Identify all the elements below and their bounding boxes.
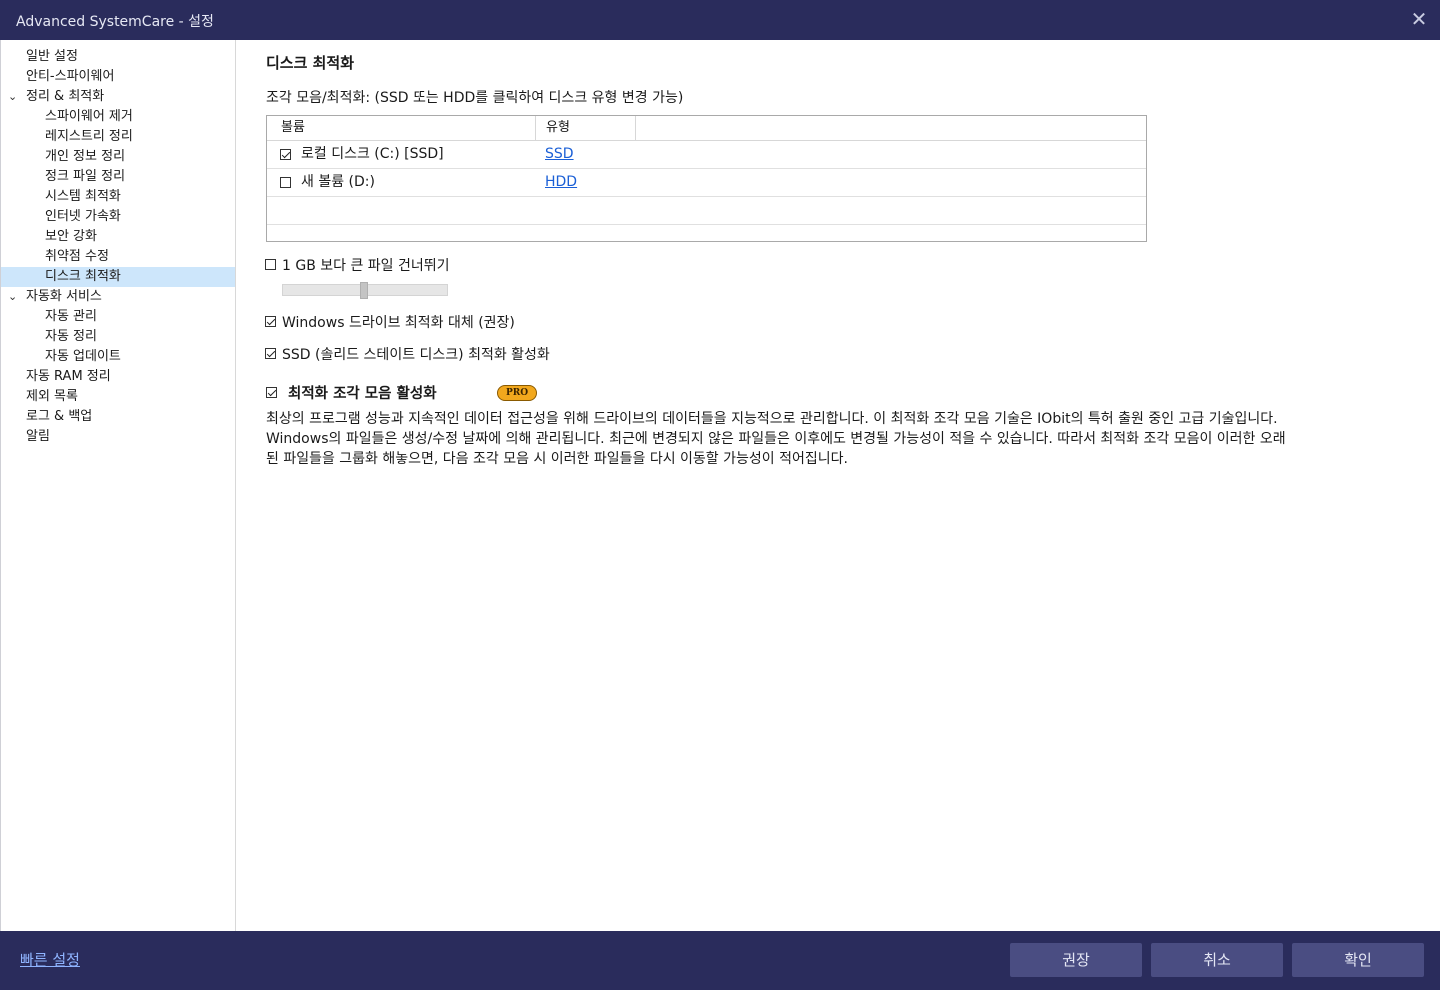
sidebar-item-label: 자동 관리 — [45, 309, 97, 324]
sidebar-item-notifications[interactable]: 알림 — [1, 427, 235, 447]
replace-windows-defrag-label[interactable]: Windows 드라이브 최적화 대체 (권장) — [282, 312, 515, 332]
pro-badge: PRO — [497, 385, 537, 401]
settings-sidebar: 일반 설정 안티-스파이웨어 ⌄ 정리 & 최적화 스파이웨어 제거 레지스트리 … — [0, 40, 236, 931]
sidebar-item-label: 일반 설정 — [26, 49, 78, 64]
main-panel: 디스크 최적화 조각 모음/최적화: (SSD 또는 HDD를 클릭하여 디스크… — [235, 40, 1440, 931]
sidebar-item-general[interactable]: 일반 설정 — [1, 47, 235, 67]
sidebar-item-privacy-clean[interactable]: 개인 정보 정리 — [1, 147, 235, 167]
sidebar-item-junk-clean[interactable]: 정크 파일 정리 — [1, 167, 235, 187]
sidebar-item-auto-clean[interactable]: 자동 정리 — [1, 327, 235, 347]
skip-large-files-checkbox[interactable] — [265, 259, 276, 270]
sidebar-item-label: 자동화 서비스 — [26, 289, 102, 304]
footer-bar: 빠른 설정 권장 취소 확인 — [0, 931, 1440, 990]
sidebar-item-auto-care[interactable]: 자동 관리 — [1, 307, 235, 327]
sidebar-item-auto-ram[interactable]: 자동 RAM 정리 — [1, 367, 235, 387]
page-title: 디스크 최적화 — [266, 54, 355, 72]
volume-name: 새 볼륨 (D:) — [301, 174, 375, 190]
volume-checkbox[interactable] — [280, 149, 291, 160]
skip-large-files-label[interactable]: 1 GB 보다 큰 파일 건너뛰기 — [282, 255, 450, 275]
sidebar-item-automation[interactable]: ⌄ 자동화 서비스 — [1, 287, 235, 307]
sidebar-item-auto-update[interactable]: 자동 업데이트 — [1, 347, 235, 367]
table-row-empty — [267, 197, 1146, 225]
sidebar-item-label: 정크 파일 정리 — [45, 169, 126, 184]
cancel-button[interactable]: 취소 — [1151, 943, 1283, 977]
chevron-down-icon[interactable]: ⌄ — [8, 87, 17, 107]
volume-name: 로컬 디스크 (C:) [SSD] — [301, 146, 444, 162]
column-header-volume[interactable]: 볼륨 — [267, 116, 536, 140]
table-header: 볼륨 유형 — [267, 116, 1146, 141]
sidebar-item-label: 인터넷 가속화 — [45, 209, 121, 224]
close-icon[interactable]: ✕ — [1408, 8, 1430, 30]
sidebar-item-log-backup[interactable]: 로그 & 백업 — [1, 407, 235, 427]
sidebar-item-disk-optimize[interactable]: 디스크 최적화 — [1, 267, 235, 287]
sidebar-item-exclusions[interactable]: 제외 목록 — [1, 387, 235, 407]
ssd-optimize-label[interactable]: SSD (솔리드 스테이트 디스크) 최적화 활성화 — [282, 344, 550, 364]
file-size-slider-handle[interactable] — [360, 282, 368, 299]
defrag-enable-label[interactable]: 최적화 조각 모음 활성화 — [288, 382, 437, 403]
defrag-enable-checkbox[interactable] — [266, 387, 277, 398]
sidebar-item-anti-spyware[interactable]: 안티-스파이웨어 — [1, 67, 235, 87]
ok-button[interactable]: 확인 — [1292, 943, 1424, 977]
defrag-description: 최상의 프로그램 성능과 지속적인 데이터 접근성을 위해 드라이브의 데이터들… — [266, 409, 1416, 469]
sidebar-item-label: 자동 정리 — [45, 329, 97, 344]
description-line: 된 파일들을 그룹화 해놓으면, 다음 조각 모음 시 이러한 파일들을 다시 … — [266, 451, 848, 467]
defrag-subtitle: 조각 모음/최적화: (SSD 또는 HDD를 클릭하여 디스크 유형 변경 가… — [266, 90, 684, 106]
volume-type-link[interactable]: HDD — [545, 169, 577, 196]
volume-table: 볼륨 유형 로컬 디스크 (C:) [SSD] SSD 새 볼륨 (D:) HD… — [266, 115, 1147, 242]
sidebar-item-label: 스파이웨어 제거 — [45, 109, 133, 124]
sidebar-item-label: 안티-스파이웨어 — [26, 69, 115, 84]
sidebar-item-system-optimize[interactable]: 시스템 최적화 — [1, 187, 235, 207]
quick-settings-link[interactable]: 빠른 설정 — [20, 949, 80, 970]
sidebar-item-label: 레지스트리 정리 — [45, 129, 133, 144]
sidebar-item-label: 정리 & 최적화 — [26, 89, 105, 104]
description-line: Windows의 파일들은 생성/수정 날짜에 의해 관리됩니다. 최근에 변경… — [266, 431, 1286, 447]
title-bar: Advanced SystemCare - 설정 ✕ — [0, 0, 1440, 40]
sidebar-item-label: 자동 RAM 정리 — [26, 369, 111, 384]
sidebar-item-label: 로그 & 백업 — [26, 409, 93, 424]
table-row[interactable]: 로컬 디스크 (C:) [SSD] SSD — [267, 141, 1146, 169]
chevron-down-icon[interactable]: ⌄ — [8, 287, 17, 307]
sidebar-item-vulnerability-fix[interactable]: 취약점 수정 — [1, 247, 235, 267]
sidebar-item-internet-boost[interactable]: 인터넷 가속화 — [1, 207, 235, 227]
sidebar-item-label: 보안 강화 — [45, 229, 97, 244]
replace-windows-defrag-checkbox[interactable] — [265, 316, 276, 327]
sidebar-item-security[interactable]: 보안 강화 — [1, 227, 235, 247]
sidebar-item-label: 디스크 최적화 — [45, 269, 121, 284]
sidebar-item-label: 개인 정보 정리 — [45, 149, 126, 164]
ssd-optimize-checkbox[interactable] — [265, 348, 276, 359]
volume-checkbox[interactable] — [280, 177, 291, 188]
sidebar-item-label: 제외 목록 — [26, 389, 78, 404]
description-line: 최상의 프로그램 성능과 지속적인 데이터 접근성을 위해 드라이브의 데이터들… — [266, 411, 1278, 427]
window-title: Advanced SystemCare - 설정 — [16, 14, 214, 30]
sidebar-item-label: 알림 — [26, 429, 50, 444]
sidebar-item-label: 시스템 최적화 — [45, 189, 121, 204]
sidebar-item-registry-clean[interactable]: 레지스트리 정리 — [1, 127, 235, 147]
table-row[interactable]: 새 볼륨 (D:) HDD — [267, 169, 1146, 197]
sidebar-item-label: 취약점 수정 — [45, 249, 109, 264]
sidebar-item-label: 자동 업데이트 — [45, 349, 121, 364]
sidebar-item-spyware-removal[interactable]: 스파이웨어 제거 — [1, 107, 235, 127]
sidebar-item-clean-optimize[interactable]: ⌄ 정리 & 최적화 — [1, 87, 235, 107]
column-header-type[interactable]: 유형 — [536, 116, 636, 140]
recommend-button[interactable]: 권장 — [1010, 943, 1142, 977]
volume-type-link[interactable]: SSD — [545, 141, 574, 168]
